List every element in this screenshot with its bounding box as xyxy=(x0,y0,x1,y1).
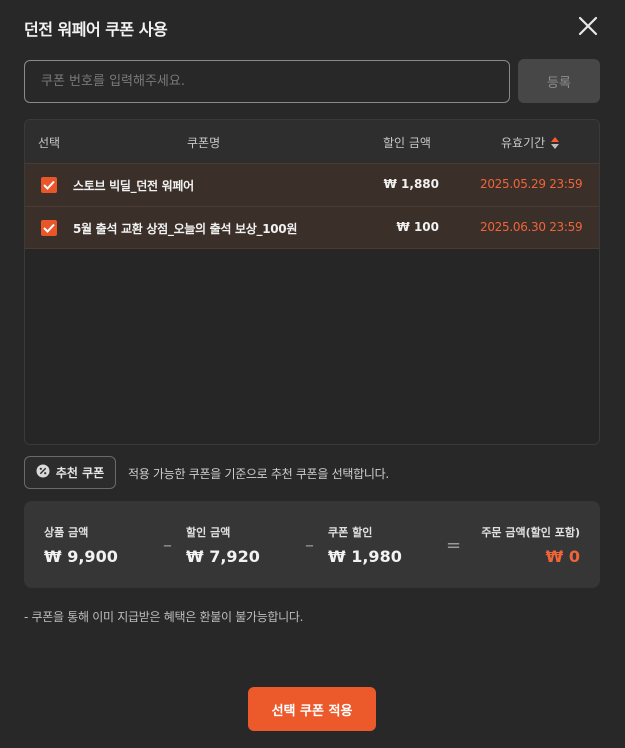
recommend-button-label: 추천 쿠폰 xyxy=(55,466,105,480)
coupon-valid-until: 2025.06.30 23:59 xyxy=(480,220,583,234)
minus-sign: – xyxy=(163,535,172,556)
row-checkbox[interactable] xyxy=(41,220,57,236)
row-checkbox[interactable] xyxy=(41,177,57,193)
header-select: 선택 xyxy=(38,136,61,150)
apply-selected-coupon-button[interactable]: 선택 쿠폰 적용 xyxy=(248,687,376,731)
product-amount-value: ₩ 9,900 xyxy=(44,547,118,566)
coupon-discount: ₩ 100 xyxy=(396,220,439,234)
coupon-table: 선택 쿠폰명 할인 금액 유효기간 스토브 빅딜_던전 워페어 ₩ 1,880 … xyxy=(24,119,600,445)
sort-updown-icon[interactable] xyxy=(551,136,560,149)
coupon-discount-value: ₩ 1,980 xyxy=(328,547,402,566)
product-amount-label: 상품 금액 xyxy=(44,526,89,539)
register-button[interactable]: 등록 xyxy=(518,59,600,103)
coupon-code-input[interactable] xyxy=(24,60,510,103)
discount-amount-label: 할인 금액 xyxy=(186,526,231,539)
header-valid-label: 유효기간 xyxy=(501,136,546,150)
discount-amount-value: ₩ 7,920 xyxy=(186,547,260,566)
coupon-name: 스토브 빅딜_던전 워페어 xyxy=(73,179,194,193)
coupon-valid-until: 2025.05.29 23:59 xyxy=(480,177,583,191)
coupon-discount: ₩ 1,880 xyxy=(383,177,439,191)
coupon-discount-label: 쿠폰 할인 xyxy=(328,526,373,539)
price-summary: 상품 금액 ₩ 9,900 – 할인 금액 ₩ 7,920 – 쿠폰 할인 ₩ … xyxy=(24,501,600,588)
coupon-dialog: 던전 워페어 쿠폰 사용 등록 선택 쿠폰명 할인 금액 유효기간 스 xyxy=(0,0,625,748)
equals-sign: = xyxy=(446,535,462,556)
table-header: 선택 쿠폰명 할인 금액 유효기간 xyxy=(25,120,599,163)
table-row[interactable]: 5월 출석 교환 상점_오늘의 출석 보상_100원 ₩ 100 2025.06… xyxy=(25,206,599,249)
order-total-value: ₩ 0 xyxy=(545,547,580,566)
dialog-title: 던전 워페어 쿠폰 사용 xyxy=(24,20,168,39)
header-coupon-name: 쿠폰명 xyxy=(187,136,221,150)
coupon-name: 5월 출석 교환 상점_오늘의 출석 보상_100원 xyxy=(73,222,298,236)
header-discount: 할인 금액 xyxy=(383,136,431,150)
minus-sign: – xyxy=(305,535,314,556)
order-total-label: 주문 금액(할인 포함) xyxy=(481,526,580,539)
recommend-description: 적용 가능한 쿠폰을 기준으로 추천 쿠폰을 선택합니다. xyxy=(128,467,389,481)
refund-notice: - 쿠폰을 통해 이미 지급받은 혜택은 환불이 불가능합니다. xyxy=(24,610,304,624)
discount-badge-icon xyxy=(36,464,50,481)
table-row[interactable]: 스토브 빅딜_던전 워페어 ₩ 1,880 2025.05.29 23:59 xyxy=(25,163,599,206)
header-valid-period[interactable]: 유효기간 xyxy=(501,134,560,151)
recommend-coupon-button[interactable]: 추천 쿠폰 xyxy=(24,456,116,489)
close-icon[interactable] xyxy=(577,15,599,37)
